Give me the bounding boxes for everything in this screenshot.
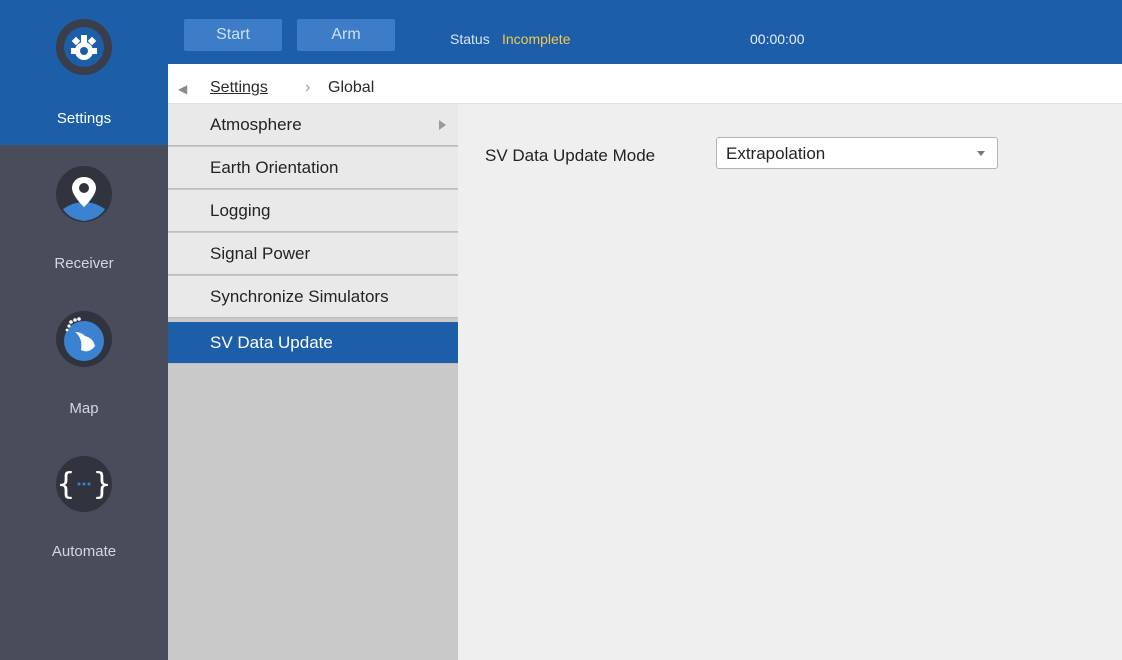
start-button[interactable]: Start	[184, 19, 282, 51]
breadcrumb-separator: ›	[305, 79, 311, 96]
submenu-item-label: Synchronize Simulators	[210, 287, 389, 306]
sv-data-update-mode-label: SV Data Update Mode	[485, 146, 656, 165]
breadcrumb: ◀ Settings › Global	[168, 64, 1122, 104]
breadcrumb-settings-link[interactable]: Settings	[210, 78, 268, 98]
timer-display: 00:00:00	[750, 31, 805, 47]
location-pin-icon	[56, 166, 112, 222]
settings-content: SV Data Update Mode Extrapolation	[458, 104, 1122, 660]
breadcrumb-current: Global	[328, 79, 375, 96]
top-toolbar: Start Arm Status Incomplete 00:00:00	[168, 0, 1122, 64]
arm-button[interactable]: Arm	[297, 19, 395, 51]
nav-label-map: Map	[69, 400, 99, 417]
app-window: Settings Receiver Map {} Automate Start…	[0, 0, 1122, 660]
braces-icon: { }	[56, 456, 112, 512]
nav-item-settings[interactable]: Settings	[0, 0, 168, 145]
submenu-item-signal-power[interactable]: Signal Power	[168, 233, 458, 275]
expand-arrow-icon	[439, 120, 446, 130]
sv-data-update-mode-dropdown[interactable]: Extrapolation	[716, 137, 998, 169]
nav-label-automate: Automate	[51, 543, 117, 560]
submenu-item-earth-orientation[interactable]: Earth Orientation	[168, 147, 458, 189]
submenu-item-label: Atmosphere	[210, 115, 302, 134]
submenu-item-atmosphere[interactable]: Atmosphere	[168, 104, 458, 146]
nav-item-map[interactable]: Map	[0, 290, 168, 435]
submenu-item-synchronize-simulators[interactable]: Synchronize Simulators	[168, 276, 458, 318]
submenu-item-label: SV Data Update	[210, 333, 333, 352]
submenu-item-sv-data-update[interactable]: SV Data Update	[168, 322, 458, 364]
dropdown-selected-value: Extrapolation	[726, 144, 826, 163]
gear-icon	[56, 19, 112, 75]
submenu-item-label: Earth Orientation	[210, 158, 339, 177]
submenu-item-logging[interactable]: Logging	[168, 190, 458, 232]
chevron-down-icon	[977, 151, 985, 156]
submenu-item-label: Signal Power	[210, 244, 311, 263]
nav-rail: Settings Receiver Map {} Automate	[0, 0, 168, 660]
nav-item-automate[interactable]: { } Automate	[0, 435, 168, 580]
globe-icon	[56, 311, 112, 367]
status-value: Incomplete	[502, 31, 571, 47]
nav-label-settings: Settings	[56, 110, 112, 127]
submenu-item-label: Logging	[210, 201, 271, 220]
status-label: Status	[450, 31, 490, 47]
nav-label-receiver: Receiver	[54, 255, 114, 272]
back-arrow-icon[interactable]: ◀	[178, 79, 187, 99]
settings-submenu: Atmosphere Earth Orientation Logging Sig…	[168, 104, 458, 660]
nav-item-receiver[interactable]: Receiver	[0, 145, 168, 290]
